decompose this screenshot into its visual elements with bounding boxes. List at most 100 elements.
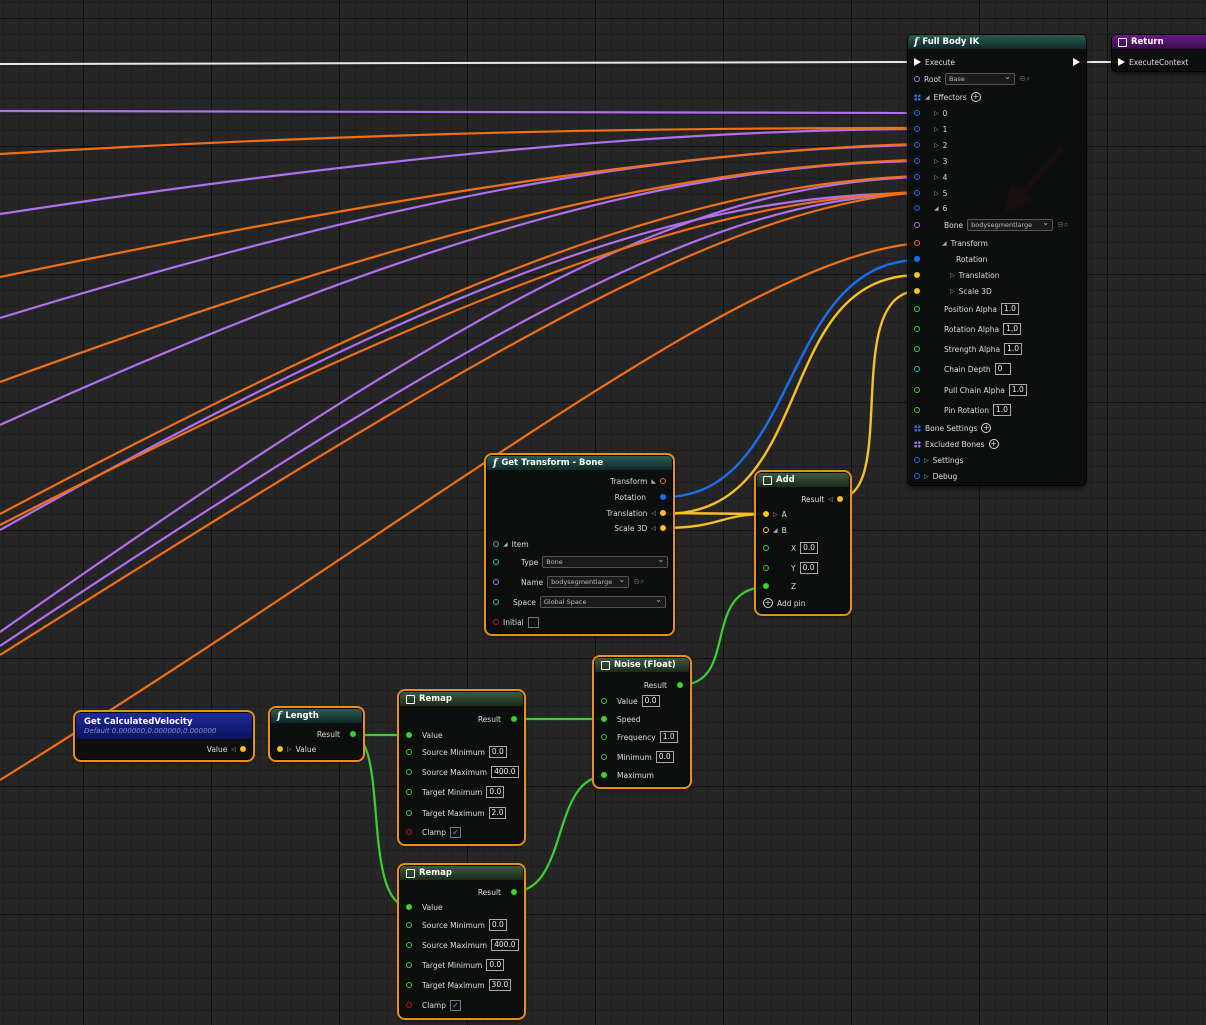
strength-alpha-input[interactable]: 1.0 [1004, 343, 1023, 355]
array-pin-icon[interactable] [914, 93, 921, 101]
get-velocity-node[interactable]: Get CalculatedVelocity Default 0.000000,… [73, 710, 255, 762]
minimum-row[interactable]: Minimum 0.0 [601, 750, 674, 764]
settings-pin[interactable] [914, 457, 920, 463]
strength-alpha-row[interactable]: Strength Alpha 1.0 [914, 342, 1023, 356]
add-pin-icon[interactable]: + [763, 598, 773, 608]
position-alpha-input[interactable]: 1.0 [1000, 303, 1019, 315]
effector-pin[interactable] [914, 126, 920, 132]
result-row[interactable]: Result [644, 678, 683, 692]
remap-header[interactable]: Remap [400, 866, 523, 880]
target-max-pin[interactable] [406, 982, 412, 988]
space-pin[interactable] [493, 599, 499, 605]
type-row[interactable]: Type Bone [493, 555, 669, 569]
effector-row[interactable]: ▷ 2 [914, 138, 947, 152]
a-row[interactable]: ▷ A [763, 507, 787, 521]
expand-triangle-icon[interactable]: ◢ [934, 205, 939, 212]
effector-pin[interactable] [914, 174, 920, 180]
root-row[interactable]: Root Base ⊝⌕ [914, 72, 1030, 86]
value-row[interactable]: Value 0.0 [601, 694, 660, 708]
space-dropdown[interactable]: Global Space [539, 595, 666, 608]
excluded-bones-row[interactable]: Excluded Bones + [914, 437, 999, 451]
full-body-ik-node[interactable]: f Full Body IK Execute Root Base ⊝⌕ ◢ Ef… [908, 35, 1086, 485]
scale-out-row[interactable]: Scale 3D ◁ [614, 521, 666, 535]
remap-header[interactable]: Remap [400, 692, 523, 706]
result-row[interactable]: Result [478, 885, 517, 899]
add-element-icon[interactable]: + [981, 423, 992, 433]
length-header[interactable]: f Length [271, 709, 362, 723]
get-velocity-header[interactable]: Get CalculatedVelocity Default 0.000000,… [76, 713, 252, 739]
pull-chain-alpha-row[interactable]: Pull Chain Alpha 1.0 [914, 383, 1027, 397]
value-row[interactable]: Value [406, 728, 443, 742]
clamp-checkbox[interactable]: ✓ [449, 826, 461, 838]
effector-row[interactable]: ▷ 1 [914, 122, 947, 136]
effector-row[interactable]: ▷ 3 [914, 154, 947, 168]
exec-in-pin[interactable] [1118, 58, 1125, 66]
target-max-pin[interactable] [406, 810, 412, 816]
target-min-row[interactable]: Target Minimum 0.0 [406, 785, 505, 799]
expand-triangle-icon[interactable]: ▷ [924, 457, 929, 464]
root-dropdown[interactable]: Base [945, 72, 1015, 85]
result-out-pin[interactable] [511, 889, 517, 895]
source-min-pin[interactable] [406, 749, 412, 755]
minimum-input[interactable]: 0.0 [655, 751, 674, 763]
result-row[interactable]: Result ◁ [801, 492, 843, 506]
value-out-row[interactable]: Value ◁ [207, 742, 246, 756]
bone-row[interactable]: Bone bodysegmentlarge ⊝⌕ [914, 218, 1068, 232]
minimum-pin[interactable] [601, 754, 607, 760]
full-body-ik-header[interactable]: f Full Body IK [908, 35, 1086, 49]
remap-node[interactable]: Remap Result Value Source Minimum 0.0 So… [397, 689, 526, 846]
add-pin-label[interactable]: Add pin [777, 599, 806, 608]
rotation-row[interactable]: Rotation [914, 252, 987, 266]
expand-triangle-icon[interactable]: ▷ [950, 272, 955, 279]
expand-triangle-icon[interactable]: ◢ [773, 527, 778, 534]
translation-pin[interactable] [914, 272, 920, 278]
add-header[interactable]: Add [757, 473, 849, 487]
y-row[interactable]: Y 0.0 [763, 561, 818, 575]
scale-out-pin[interactable] [660, 525, 666, 531]
add-pin-row[interactable]: + Add pin [763, 596, 806, 610]
bone-pin[interactable] [914, 222, 920, 228]
rotation-alpha-input[interactable]: 1.0 [1003, 323, 1022, 335]
effector-pin[interactable] [914, 190, 920, 196]
value-input[interactable]: 0.0 [641, 695, 660, 707]
source-max-row[interactable]: Source Maximum 400.0 [406, 938, 519, 952]
x-input[interactable]: 0.0 [800, 542, 819, 554]
debug-pin[interactable] [914, 473, 920, 479]
value-in-row[interactable]: ▷ Value [277, 742, 316, 756]
value-row[interactable]: Value [406, 900, 443, 914]
clamp-pin[interactable] [406, 829, 412, 835]
name-dropdown[interactable]: bodysegmentlarge [547, 575, 630, 588]
rotation-out-pin[interactable] [660, 494, 666, 500]
maximum-pin[interactable] [601, 772, 607, 778]
chain-depth-input[interactable]: 0 [994, 363, 1011, 375]
target-min-input[interactable]: 0.0 [486, 959, 505, 971]
name-pin[interactable] [493, 579, 499, 585]
execute-context-row[interactable]: ExecuteContext [1118, 55, 1188, 69]
clamp-checkbox[interactable]: ✓ [449, 999, 461, 1011]
source-max-pin[interactable] [406, 769, 412, 775]
scale-row[interactable]: ▷ Scale 3D [914, 284, 992, 298]
add-element-icon[interactable]: + [988, 439, 999, 449]
debug-row[interactable]: ▷ Debug [914, 469, 957, 483]
expand-triangle-icon[interactable]: ▷ [924, 473, 929, 480]
effectors-row[interactable]: ◢ Effectors + [914, 90, 981, 104]
settings-row[interactable]: ▷ Settings [914, 453, 963, 467]
remap-node[interactable]: Remap Result Value Source Minimum 0.0 So… [397, 863, 526, 1020]
maximum-row[interactable]: Maximum [601, 768, 654, 782]
transform-pin[interactable] [914, 240, 920, 246]
x-row[interactable]: X 0.0 [763, 541, 819, 555]
browse-icon[interactable]: ⊝⌕ [633, 577, 644, 587]
y-input[interactable]: 0.0 [799, 562, 818, 574]
rotation-pin[interactable] [914, 256, 920, 262]
value-pin[interactable] [406, 732, 412, 738]
target-max-row[interactable]: Target Maximum 30.0 [406, 978, 512, 992]
get-transform-node[interactable]: f Get Transform - Bone Transform ◣ Rotat… [484, 453, 675, 636]
exec-out-pin[interactable] [1073, 58, 1080, 66]
z-pin[interactable] [763, 583, 769, 589]
expand-triangle-icon[interactable]: ▷ [934, 174, 939, 181]
root-pin[interactable] [914, 76, 920, 82]
array-pin-icon[interactable] [914, 440, 921, 448]
result-row[interactable]: Result [478, 712, 517, 726]
source-min-row[interactable]: Source Minimum 0.0 [406, 918, 507, 932]
target-min-row[interactable]: Target Minimum 0.0 [406, 958, 505, 972]
